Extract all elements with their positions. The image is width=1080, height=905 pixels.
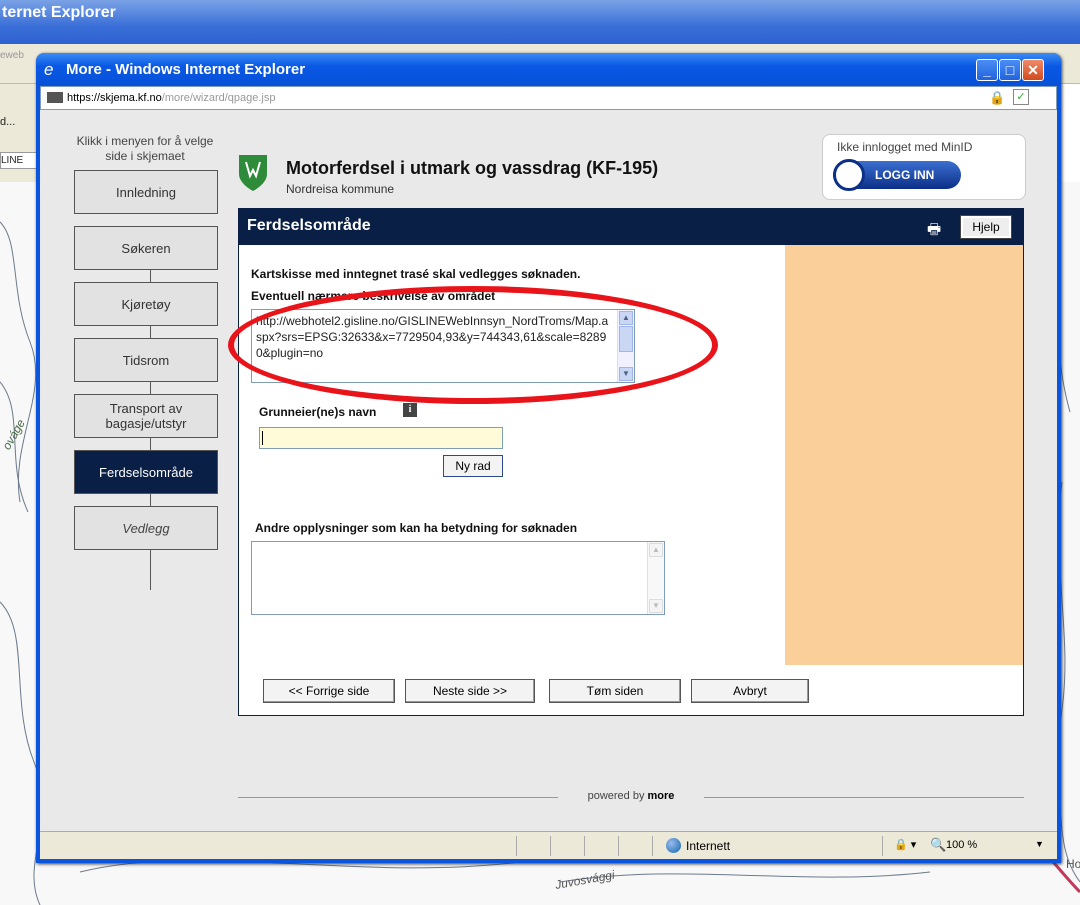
status-divider	[550, 836, 551, 856]
menu-item-ferdselsomrade[interactable]: Ferdselsområde	[74, 450, 218, 494]
divider	[704, 797, 1024, 798]
form-subtitle: Nordreisa kommune	[286, 182, 395, 196]
scroll-up-icon[interactable]: ▲	[649, 543, 663, 557]
url-host: https://skjema.kf.no	[67, 92, 162, 104]
scroll-up-icon[interactable]: ▲	[619, 311, 633, 325]
panel-title: Ferdselsområde	[247, 217, 371, 234]
status-divider	[652, 836, 653, 856]
zoom-dropdown-icon[interactable]: ▼	[1035, 839, 1044, 849]
popup-titlebar[interactable]: e More - Windows Internet Explorer _ □ ✕	[36, 53, 1061, 86]
powered-by-brand[interactable]: more	[648, 790, 675, 802]
form-panel: Ferdselsområde 🖶 Hjelp Kartskisse med in…	[238, 208, 1024, 716]
clear-page-button[interactable]: Tøm siden	[549, 679, 681, 703]
panel-header: Ferdselsområde 🖶 Hjelp	[239, 209, 1023, 245]
municipality-logo-icon	[239, 155, 267, 191]
new-row-button[interactable]: Ny rad	[443, 455, 503, 477]
address-bar[interactable]: https://skjema.kf.no/more/wizard/qpage.j…	[40, 86, 1057, 110]
other-info-label: Andre opplysninger som kan ha betydning …	[255, 521, 578, 535]
powered-by: powered by more	[238, 790, 1024, 802]
zoom-level[interactable]: 100 %	[946, 839, 977, 851]
certificate-icon[interactable]: ✓	[1013, 89, 1029, 105]
prev-page-button[interactable]: << Forrige side	[263, 679, 395, 703]
divider	[238, 797, 558, 798]
background-window-title: ternet Explorer	[2, 4, 116, 21]
menu-item-tidsrom[interactable]: Tidsrom	[74, 338, 218, 382]
url-path: /more/wizard/qpage.jsp	[161, 92, 276, 104]
maximize-button[interactable]: □	[999, 59, 1021, 81]
print-icon[interactable]: 🖶	[927, 219, 941, 244]
protected-mode-icon[interactable]: 🔒 ▾	[894, 838, 916, 851]
map-attachment-note: Kartskisse med inntegnet trasé skal vedl…	[251, 267, 581, 281]
ie-logo-icon: e	[44, 60, 54, 79]
scroll-down-icon[interactable]: ▼	[649, 599, 663, 613]
menu-item-vedlegg[interactable]: Vedlegg	[74, 506, 218, 550]
zoom-icon[interactable]: 🔍	[930, 837, 946, 853]
description-label: Eventuell nærmere beskrivelse av området	[251, 289, 496, 303]
other-info-textarea[interactable]: ▲ ▼	[251, 541, 665, 615]
menu-item-transport[interactable]: Transport av bagasje/utstyr	[74, 394, 218, 438]
security-zone: Internett	[686, 839, 731, 853]
description-value: http://webhotel2.gisline.no/GISLINEWebIn…	[256, 314, 609, 360]
help-button[interactable]: Hjelp	[960, 215, 1012, 239]
menu-hint: Klikk i menyen for å velge side i skjema…	[76, 134, 214, 163]
login-button[interactable]: LOGG INN	[833, 159, 961, 191]
description-scrollbar[interactable]: ▲ ▼	[617, 310, 634, 382]
scroll-thumb[interactable]	[619, 326, 633, 352]
login-box: Ikke innlogget med MinID LOGG INN	[822, 134, 1026, 200]
address-url[interactable]: https://skjema.kf.no/more/wizard/qpage.j…	[67, 92, 276, 104]
page-icon	[47, 92, 63, 103]
background-address-fragment: eweb	[0, 50, 24, 61]
popup-window: e More - Windows Internet Explorer _ □ ✕…	[36, 53, 1061, 863]
internet-zone-icon	[666, 838, 681, 853]
status-divider	[618, 836, 619, 856]
description-textarea[interactable]: http://webhotel2.gisline.no/GISLINEWebIn…	[251, 309, 635, 383]
background-fragment-2: LINE	[0, 152, 38, 169]
form-title: Motorferdsel i utmark og vassdrag (KF-19…	[286, 158, 659, 178]
powered-by-text: powered by	[587, 790, 645, 802]
owner-input[interactable]	[259, 427, 503, 449]
menu-item-kjoretoy[interactable]: Kjøretøy	[74, 282, 218, 326]
menu-item-sokeren[interactable]: Søkeren	[74, 226, 218, 270]
menu-item-innledning[interactable]: Innledning	[74, 170, 218, 214]
login-button-label: LOGG INN	[875, 168, 935, 182]
background-window-titlebar: ternet Explorer	[0, 0, 1080, 44]
page-content: Klikk i menyen for å velge side i skjema…	[40, 110, 1057, 831]
scroll-down-icon[interactable]: ▼	[619, 367, 633, 381]
lock-icon[interactable]: 🔒	[989, 90, 1005, 106]
status-bar: Internett 🔒 ▾ 🔍 100 % ▼	[40, 831, 1057, 859]
popup-title: More - Windows Internet Explorer	[66, 61, 306, 78]
map-label-bottom: Juvosvággi	[553, 868, 616, 892]
map-label-left: ováge	[0, 417, 28, 453]
info-icon[interactable]: i	[403, 403, 417, 417]
background-fragment-1: d...	[0, 116, 16, 128]
side-column	[785, 245, 1023, 665]
close-button[interactable]: ✕	[1022, 59, 1044, 81]
login-knob-icon	[833, 159, 865, 191]
cancel-button[interactable]: Avbryt	[691, 679, 809, 703]
login-status: Ikke innlogget med MinID	[835, 140, 975, 154]
text-caret	[262, 431, 263, 445]
map-label-right: Ho	[1066, 857, 1080, 871]
next-page-button[interactable]: Neste side >>	[405, 679, 535, 703]
other-info-scrollbar[interactable]: ▲ ▼	[647, 542, 664, 614]
owner-label: Grunneier(ne)s navn	[259, 405, 377, 419]
status-divider	[516, 836, 517, 856]
status-divider	[882, 836, 883, 856]
status-divider	[584, 836, 585, 856]
minimize-button[interactable]: _	[976, 59, 998, 81]
